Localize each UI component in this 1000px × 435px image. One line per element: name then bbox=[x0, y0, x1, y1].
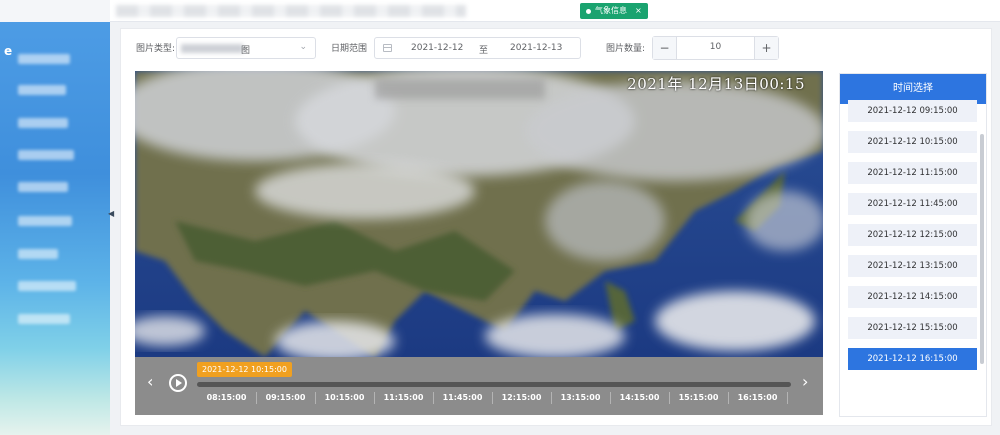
timeline-tick[interactable]: 08:15:00 bbox=[197, 392, 257, 404]
tab-dot-icon bbox=[586, 8, 591, 14]
current-time-badge: 2021-12-12 10:15:00 bbox=[197, 362, 292, 377]
sidebar: e bbox=[0, 0, 110, 435]
timeline-tick[interactable]: 10:15:00 bbox=[315, 392, 375, 404]
image-type-label: 图片类型: bbox=[136, 44, 176, 54]
time-selection-panel: 时间选择 2021-12-12 09:15:00 2021-12-12 10:15… bbox=[839, 73, 987, 417]
time-option[interactable]: 2021-12-12 16:15:00 bbox=[848, 348, 977, 370]
sidebar-item[interactable] bbox=[0, 144, 110, 166]
time-option[interactable]: 2021-12-12 13:15:00 bbox=[848, 255, 977, 277]
decrement-button[interactable]: − bbox=[653, 37, 677, 59]
timeline-track[interactable] bbox=[197, 382, 791, 387]
sidebar-item[interactable] bbox=[0, 210, 110, 232]
image-timestamp: 2021年 12月13日00:15 bbox=[627, 75, 805, 93]
satellite-image-art bbox=[135, 71, 823, 357]
image-type-value: 图 bbox=[241, 46, 251, 56]
timeline-tick[interactable]: 15:15:00 bbox=[669, 392, 729, 404]
increment-button[interactable]: + bbox=[754, 37, 778, 59]
time-option[interactable]: 2021-12-12 11:15:00 bbox=[848, 162, 977, 184]
timeline-tick[interactable]: 14:15:00 bbox=[610, 392, 670, 404]
timeline-tick[interactable]: 09:15:00 bbox=[256, 392, 316, 404]
scrollbar[interactable] bbox=[980, 134, 984, 364]
image-count-label: 图片数量: bbox=[606, 44, 646, 54]
sidebar-logo-bar bbox=[0, 0, 110, 22]
timeline-tick[interactable]: 11:45:00 bbox=[433, 392, 493, 404]
sidebar-item[interactable] bbox=[0, 176, 110, 198]
calendar-icon bbox=[383, 44, 392, 52]
date-range-label: 日期范围 bbox=[331, 44, 368, 54]
timeline-tick[interactable]: 12:15:00 bbox=[492, 392, 552, 404]
sidebar-item[interactable] bbox=[0, 308, 110, 330]
timeline-player: ‹ 2021-12-12 10:15:00 › 08:15:00 09:15:00… bbox=[135, 357, 823, 415]
time-option[interactable]: 2021-12-12 15:15:00 bbox=[848, 317, 977, 339]
breadcrumb bbox=[116, 5, 466, 17]
tab-label: 气象信息 bbox=[595, 6, 627, 15]
satellite-image: 2021年 12月13日00:15 bbox=[135, 71, 823, 357]
close-icon[interactable]: × bbox=[635, 3, 642, 19]
next-arrow-icon[interactable]: › bbox=[802, 373, 808, 391]
timeline-tick[interactable]: 13:15:00 bbox=[551, 392, 611, 404]
date-start[interactable]: 2021-12-12 bbox=[411, 43, 463, 53]
image-type-select[interactable]: 图 ⌄ bbox=[176, 37, 316, 59]
previous-arrow-icon[interactable]: ‹ bbox=[147, 373, 153, 391]
time-option[interactable]: 2021-12-12 09:15:00 bbox=[848, 100, 977, 122]
play-icon[interactable] bbox=[169, 374, 187, 392]
image-count-input[interactable]: 10 bbox=[677, 42, 754, 52]
date-range-picker[interactable]: 2021-12-12 至 2021-12-13 bbox=[374, 37, 581, 59]
timeline-tick[interactable]: 11:15:00 bbox=[374, 392, 434, 404]
sidebar-item[interactable] bbox=[0, 48, 110, 70]
sidebar-collapse-icon[interactable]: ◀ bbox=[108, 208, 114, 220]
time-option[interactable]: 2021-12-12 14:15:00 bbox=[848, 286, 977, 308]
top-bar: 气象信息 × bbox=[110, 0, 1000, 22]
chevron-down-icon: ⌄ bbox=[299, 42, 307, 52]
sidebar-item[interactable] bbox=[0, 79, 110, 101]
date-end[interactable]: 2021-12-13 bbox=[510, 43, 562, 53]
tab-weather-info[interactable]: 气象信息 × bbox=[580, 3, 648, 19]
time-option[interactable]: 2021-12-12 10:15:00 bbox=[848, 131, 977, 153]
time-option[interactable]: 2021-12-12 11:45:00 bbox=[848, 193, 977, 215]
main-panel: 图片类型: 图 ⌄ 日期范围 2021-12-12 至 2021-12-13 图… bbox=[120, 28, 992, 426]
time-option[interactable]: 2021-12-12 12:15:00 bbox=[848, 224, 977, 246]
sidebar-item[interactable] bbox=[0, 243, 110, 265]
timeline-tick[interactable]: 16:15:00 bbox=[728, 392, 788, 404]
sidebar-item[interactable] bbox=[0, 275, 110, 297]
sidebar-item[interactable] bbox=[0, 112, 110, 134]
date-separator: 至 bbox=[479, 46, 489, 56]
image-count-stepper[interactable]: − 10 + bbox=[652, 36, 779, 60]
